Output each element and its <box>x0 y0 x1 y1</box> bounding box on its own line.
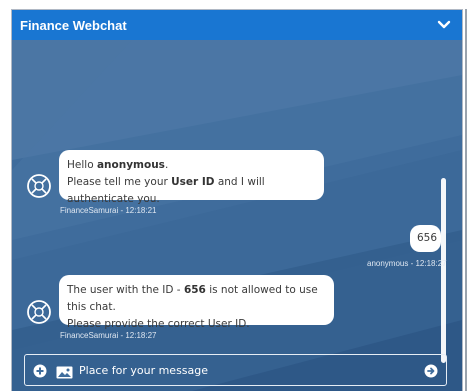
image-icon[interactable] <box>56 364 73 378</box>
bot-avatar-icon <box>27 300 51 324</box>
message-line: The user with the ID - 656 is not allowe… <box>67 282 326 316</box>
message-input[interactable] <box>79 363 418 377</box>
bot-avatar <box>26 173 52 199</box>
window-edge <box>465 9 467 391</box>
message-text: 656 <box>417 232 438 244</box>
message-input-bar <box>24 354 447 386</box>
add-icon[interactable] <box>33 363 47 378</box>
bot-avatar-icon <box>27 174 51 198</box>
message-meta: anonymous - 12:18:27 <box>367 259 447 268</box>
chat-widget: Finance Webchat Hello anonymous. Please … <box>12 10 462 391</box>
user-message-bubble: 656 <box>410 225 441 252</box>
message-meta: FinanceSamurai - 12:18:27 <box>60 331 157 340</box>
message-text: The user with the ID - <box>67 284 184 296</box>
message-username: anonymous <box>96 159 165 171</box>
message-line: Hello anonymous. <box>67 157 316 174</box>
chat-header[interactable]: Finance Webchat <box>12 10 462 40</box>
send-icon[interactable] <box>424 363 438 378</box>
bot-message-bubble: The user with the ID - 656 is not allowe… <box>59 275 334 330</box>
message-bold-text: 656 <box>183 284 206 296</box>
message-text: . <box>164 159 169 171</box>
scrollbar[interactable] <box>441 178 446 363</box>
bot-message-bubble: Hello anonymous. Please tell me your Use… <box>59 150 324 205</box>
chat-title: Finance Webchat <box>20 17 127 33</box>
bot-avatar <box>26 299 52 325</box>
message-text: Hello <box>67 159 97 171</box>
message-text: Please tell me your <box>67 176 172 188</box>
message-bold-text: User ID <box>171 176 215 188</box>
message-line: Please tell me your User ID and I will a… <box>67 174 316 208</box>
chevron-down-icon[interactable] <box>436 17 452 33</box>
message-meta: FinanceSamurai - 12:18:21 <box>60 206 157 215</box>
